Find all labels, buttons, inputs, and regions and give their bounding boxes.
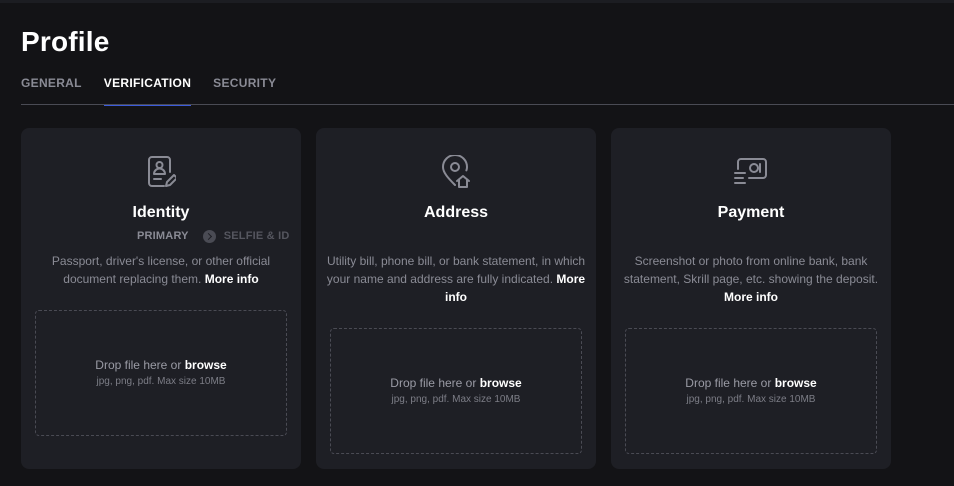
file-dropzone[interactable]: Drop file here or browse jpg, png, pdf. … bbox=[625, 328, 877, 454]
location-home-icon bbox=[316, 155, 596, 191]
card-title: Address bbox=[423, 204, 489, 221]
tabs-divider bbox=[21, 104, 954, 105]
card-description: Screenshot or photo from online bank, ba… bbox=[621, 252, 881, 306]
tab-verification[interactable]: VERIFICATION bbox=[103, 74, 192, 106]
tab-security[interactable]: SECURITY bbox=[213, 74, 276, 106]
payment-card-icon bbox=[611, 155, 891, 191]
file-dropzone[interactable]: Drop file here or browse jpg, png, pdf. … bbox=[330, 328, 582, 454]
card-description: Utility bill, phone bill, or bank statem… bbox=[326, 252, 586, 306]
browse-link[interactable]: browse bbox=[185, 358, 227, 372]
file-dropzone[interactable]: Drop file here or browse jpg, png, pdf. … bbox=[35, 310, 287, 436]
card-title: Identity bbox=[132, 204, 190, 221]
more-info-link[interactable]: More info bbox=[205, 272, 259, 286]
identity-card: Identity PRIMARY SELFIE & ID Passport, d… bbox=[21, 128, 301, 469]
profile-tabs: GENERAL VERIFICATION SECURITY bbox=[21, 74, 298, 106]
card-title: Payment bbox=[717, 204, 785, 221]
chevron-right-icon bbox=[202, 229, 216, 243]
file-hint: jpg, png, pdf. Max size 10MB bbox=[391, 394, 521, 405]
drop-instruction: Drop file here or browse bbox=[36, 358, 286, 372]
browse-link[interactable]: browse bbox=[480, 376, 522, 390]
payment-card: Payment Screenshot or photo from online … bbox=[611, 128, 891, 469]
description-text: Utility bill, phone bill, or bank statem… bbox=[326, 254, 586, 286]
drop-text: Drop file here or bbox=[685, 376, 772, 390]
description-text: Screenshot or photo from online bank, ba… bbox=[623, 254, 879, 286]
drop-text: Drop file here or bbox=[390, 376, 477, 390]
verification-steps: PRIMARY SELFIE & ID bbox=[137, 229, 289, 243]
address-card: Address Utility bill, phone bill, or ban… bbox=[316, 128, 596, 469]
drop-instruction: Drop file here or browse bbox=[331, 376, 581, 390]
id-document-icon bbox=[21, 155, 301, 191]
page-title: Profile bbox=[21, 26, 110, 57]
step-selfie-id[interactable]: SELFIE & ID bbox=[224, 230, 290, 242]
file-hint: jpg, png, pdf. Max size 10MB bbox=[686, 394, 816, 405]
more-info-link[interactable]: More info bbox=[724, 290, 778, 304]
card-description: Passport, driver's license, or other off… bbox=[31, 252, 291, 288]
step-primary[interactable]: PRIMARY bbox=[137, 230, 189, 242]
tab-general[interactable]: GENERAL bbox=[21, 74, 82, 106]
file-hint: jpg, png, pdf. Max size 10MB bbox=[96, 376, 226, 387]
top-strip bbox=[0, 0, 954, 3]
browse-link[interactable]: browse bbox=[775, 376, 817, 390]
drop-text: Drop file here or bbox=[95, 358, 182, 372]
drop-instruction: Drop file here or browse bbox=[626, 376, 876, 390]
